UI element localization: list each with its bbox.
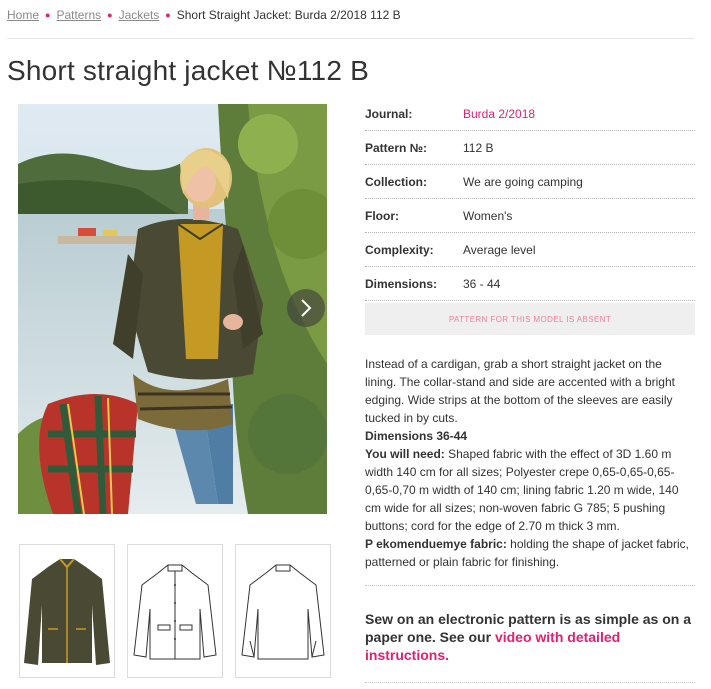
jacket-photo-thumbnail	[24, 558, 110, 665]
pattern-absent-notice: PATTERN FOR THIS MODEL IS ABSENT	[365, 303, 695, 335]
promo-divider-top	[365, 585, 695, 587]
thumbnail-back-sketch[interactable]	[235, 544, 331, 678]
detail-label: Dimensions:	[365, 276, 438, 291]
detail-label: Floor:	[365, 208, 399, 223]
breadcrumb-current: Short Straight Jacket: Burda 2/2018 112 …	[176, 8, 401, 22]
fabric-label: P ekomenduemye fabric:	[365, 537, 507, 551]
back-sketch-thumbnail	[241, 564, 325, 660]
breadcrumb-divider	[7, 38, 694, 39]
journal-link[interactable]: Burda 2/2018	[463, 107, 535, 121]
materials-label: You will need:	[365, 447, 445, 461]
gallery-next-button[interactable]	[287, 289, 325, 327]
detail-label: Complexity:	[365, 242, 434, 257]
detail-row-floor: Floor: Women's	[365, 199, 695, 233]
breadcrumb-home-link[interactable]: Home	[7, 8, 39, 22]
detail-value: Women's	[463, 208, 513, 223]
jacket-photo-illustration	[18, 104, 327, 514]
detail-value: We are going camping	[463, 174, 583, 189]
breadcrumb: Home ● Patterns ● Jackets ● Short Straig…	[7, 8, 401, 22]
detail-row-collection: Collection: We are going camping	[365, 165, 695, 199]
detail-row-journal: Journal: Burda 2/2018	[365, 97, 695, 131]
detail-row-complexity: Complexity: Average level	[365, 233, 695, 267]
breadcrumb-separator: ●	[45, 10, 51, 20]
detail-label: Pattern №:	[365, 140, 428, 155]
pattern-description: Instead of a cardigan, grab a short stra…	[365, 355, 695, 571]
main-product-photo[interactable]	[18, 104, 327, 514]
detail-label: Collection:	[365, 174, 427, 189]
breadcrumb-separator: ●	[107, 10, 113, 20]
detail-row-pattern-number: Pattern №: 112 B	[365, 131, 695, 165]
page-title: Short straight jacket №112 B	[7, 55, 369, 86]
pattern-details: Journal: Burda 2/2018 Pattern №: 112 B C…	[365, 97, 695, 335]
thumbnail-jacket-photo[interactable]	[19, 544, 115, 678]
chevron-right-icon	[301, 299, 312, 317]
description-intro: Instead of a cardigan, grab a short stra…	[365, 357, 675, 425]
detail-value: Average level	[463, 242, 536, 257]
thumbnail-front-sketch[interactable]	[127, 544, 223, 678]
front-sketch-thumbnail	[133, 564, 217, 660]
detail-value: 36 - 44	[463, 276, 501, 291]
promo-divider-bottom	[365, 682, 695, 684]
dimensions-heading: Dimensions 36-44	[365, 429, 468, 443]
video-promo: Sew on an electronic pattern is as simpl…	[365, 610, 695, 664]
breadcrumb-separator: ●	[165, 10, 171, 20]
breadcrumb-jackets-link[interactable]: Jackets	[119, 8, 160, 22]
detail-value: 112 B	[463, 140, 494, 155]
breadcrumb-patterns-link[interactable]: Patterns	[56, 8, 101, 22]
detail-label: Journal:	[365, 106, 413, 121]
detail-row-dimensions: Dimensions: 36 - 44	[365, 267, 695, 301]
